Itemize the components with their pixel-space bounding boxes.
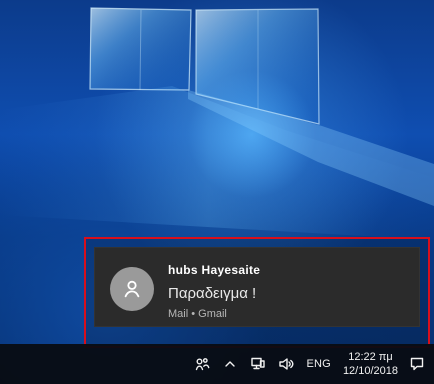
clock[interactable]: 12:22 πμ 12/10/2018 (343, 350, 398, 378)
taskbar: ENG 12:22 πμ 12/10/2018 (0, 344, 434, 384)
clock-time: 12:22 πμ (348, 351, 393, 363)
notification-sender: hubs Hayesaite (168, 263, 261, 277)
system-tray: ENG 12:22 πμ 12/10/2018 (193, 344, 434, 384)
clock-date: 12/10/2018 (342, 365, 398, 377)
notification-message: Παραδειγμα ! (168, 285, 257, 302)
notification-source: Mail • Gmail (168, 308, 227, 320)
notification-toast[interactable]: hubs Hayesaite Παραδειγμα ! Mail • Gmail (94, 247, 420, 327)
volume-icon[interactable] (277, 355, 295, 373)
language-indicator[interactable]: ENG (307, 358, 331, 370)
action-center-icon[interactable] (408, 355, 426, 373)
network-icon[interactable] (249, 355, 267, 373)
desktop-screen: hubs Hayesaite Παραδειγμα ! Mail • Gmail (0, 0, 434, 384)
people-icon[interactable] (193, 355, 211, 373)
chevron-up-icon[interactable] (221, 355, 239, 373)
notification-toast-highlight[interactable]: hubs Hayesaite Παραδειγμα ! Mail • Gmail (84, 237, 430, 348)
person-icon (110, 267, 154, 311)
